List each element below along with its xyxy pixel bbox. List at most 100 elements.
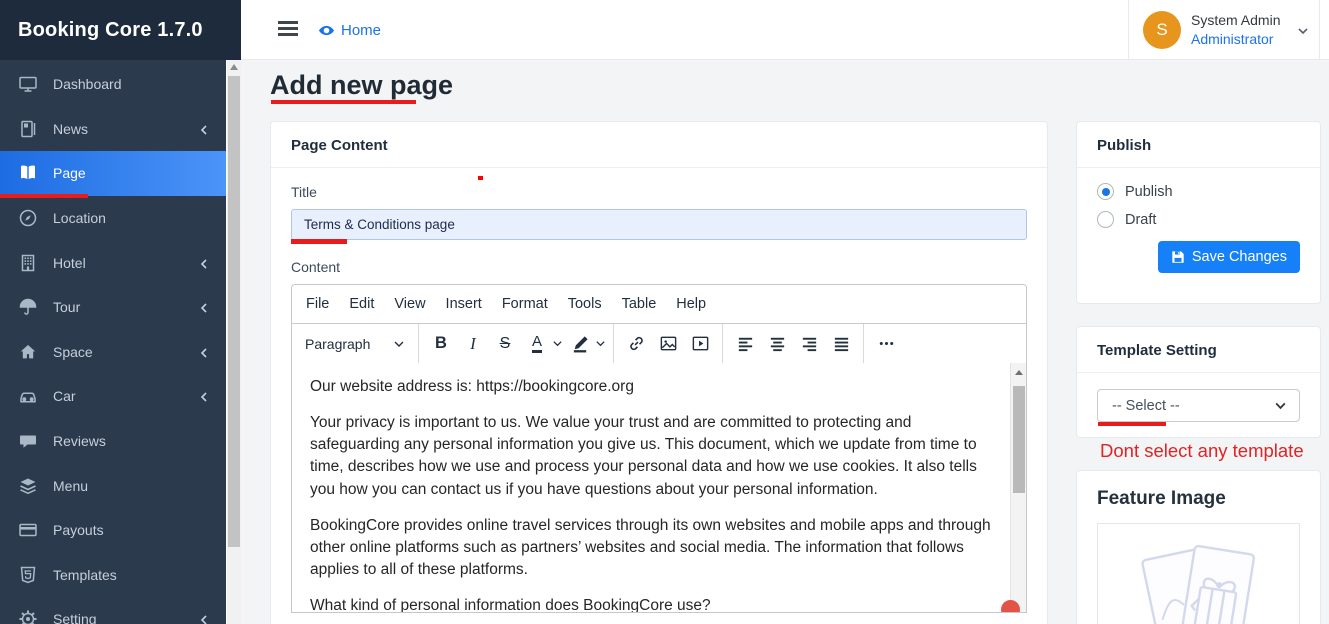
chevron-left-icon <box>198 257 210 269</box>
user-role-link[interactable]: Administrator <box>1191 30 1280 49</box>
red-annotation-underline <box>271 100 416 104</box>
radio-label: Draft <box>1125 212 1156 228</box>
editor-paragraph: Your privacy is important to us. We valu… <box>310 412 992 501</box>
editor-paragraph: BookingCore provides online travel servi… <box>310 515 992 581</box>
draft-radio-option[interactable]: Draft <box>1097 211 1300 228</box>
sidebar-item-reviews[interactable]: Reviews <box>0 419 226 464</box>
menu-help[interactable]: Help <box>666 285 716 323</box>
title-input[interactable] <box>291 209 1027 240</box>
red-annotation-underline <box>1098 422 1166 426</box>
sidebar-scrollbar[interactable] <box>226 60 241 624</box>
avatar: S <box>1143 11 1181 49</box>
red-annotation-dot <box>478 176 483 180</box>
sidebar-item-car[interactable]: Car <box>0 374 226 419</box>
save-icon <box>1171 250 1185 264</box>
menu-tools[interactable]: Tools <box>558 285 612 323</box>
sidebar-item-payouts[interactable]: Payouts <box>0 508 226 553</box>
menu-insert[interactable]: Insert <box>436 285 492 323</box>
comment-icon <box>18 431 38 451</box>
menu-view[interactable]: View <box>384 285 435 323</box>
scrollbar-thumb[interactable] <box>228 76 240 547</box>
compass-icon <box>18 208 38 228</box>
user-menu[interactable]: S System Admin Administrator <box>1128 0 1320 60</box>
home-link-label: Home <box>341 22 381 39</box>
sidebar-item-page[interactable]: Page <box>0 151 226 196</box>
chevron-left-icon <box>198 123 210 135</box>
app-logo: Booking Core 1.7.0 <box>0 0 241 60</box>
sidebar-item-templates[interactable]: Templates <box>0 553 226 598</box>
sidebar-item-space[interactable]: Space <box>0 330 226 375</box>
insert-media-button[interactable] <box>685 329 715 359</box>
chevron-down-icon[interactable] <box>595 338 606 349</box>
sidebar-item-hotel[interactable]: Hotel <box>0 240 226 285</box>
rich-text-editor: File Edit View Insert Format Tools Table… <box>291 284 1027 613</box>
chevron-left-icon <box>198 613 210 624</box>
page-title: Add new page <box>270 70 453 101</box>
menu-format[interactable]: Format <box>492 285 558 323</box>
sidebar-item-menu[interactable]: Menu <box>0 463 226 508</box>
radio-selected-icon[interactable] <box>1097 183 1114 200</box>
red-annotation-underline <box>291 239 347 244</box>
sidebar-item-label: Page <box>53 165 86 181</box>
chevron-down-icon[interactable] <box>552 338 563 349</box>
scroll-up-arrow-icon[interactable] <box>230 64 238 70</box>
bold-button[interactable]: B <box>426 329 456 359</box>
format-select-value: Paragraph <box>305 336 370 352</box>
align-justify-button[interactable] <box>826 329 856 359</box>
sidebar-item-dashboard[interactable]: Dashboard <box>0 62 226 107</box>
menu-edit[interactable]: Edit <box>339 285 384 323</box>
title-label: Title <box>291 184 1027 200</box>
red-annotation-text: Dont select any template <box>1100 440 1329 462</box>
editor-content-area[interactable]: Our website address is: https://bookingc… <box>292 363 1026 612</box>
save-button-label: Save Changes <box>1192 249 1287 265</box>
home-link[interactable]: Home <box>318 22 381 39</box>
align-center-button[interactable] <box>762 329 792 359</box>
eye-icon <box>318 22 335 39</box>
editor-scrollbar[interactable] <box>1010 363 1026 612</box>
publish-radio-option[interactable]: Publish <box>1097 183 1300 200</box>
link-button[interactable] <box>621 329 651 359</box>
building-icon <box>18 253 38 273</box>
card-header: Page Content <box>271 122 1047 168</box>
card-header: Template Setting <box>1077 327 1320 373</box>
sidebar-item-label: Reviews <box>53 433 106 449</box>
card-header: Publish <box>1077 122 1320 168</box>
hamburger-menu-icon[interactable] <box>278 21 298 37</box>
text-color-button[interactable]: A <box>522 329 552 359</box>
more-toolbar-button[interactable] <box>871 329 901 359</box>
sidebar-item-news[interactable]: News <box>0 107 226 152</box>
radio-label: Publish <box>1125 184 1173 200</box>
template-select[interactable]: -- Select -- <box>1097 389 1300 422</box>
scrollbar-thumb[interactable] <box>1013 386 1025 493</box>
save-changes-button[interactable]: Save Changes <box>1158 241 1300 273</box>
editor-menubar: File Edit View Insert Format Tools Table… <box>292 285 1026 323</box>
radio-unselected-icon[interactable] <box>1097 211 1114 228</box>
insert-image-button[interactable] <box>653 329 683 359</box>
topbar: Home S System Admin Administrator <box>241 0 1329 60</box>
sidebar-item-label: Car <box>53 388 76 404</box>
image-placeholder-icon <box>1124 536 1274 624</box>
scroll-up-arrow-icon[interactable] <box>1015 370 1023 375</box>
sidebar-item-label: News <box>53 121 88 137</box>
strikethrough-button[interactable]: S <box>490 329 520 359</box>
format-select[interactable]: Paragraph <box>299 336 411 352</box>
chevron-left-icon <box>198 390 210 402</box>
feature-image-placeholder[interactable] <box>1097 523 1300 624</box>
sidebar-item-setting[interactable]: Setting <box>0 597 226 624</box>
editor-toolbar: Paragraph B I S A <box>292 323 1026 363</box>
red-annotation-dot <box>1001 600 1020 612</box>
sidebar-item-label: Menu <box>53 478 88 494</box>
sidebar-item-label: Dashboard <box>53 76 122 92</box>
highlight-color-button[interactable] <box>565 329 595 359</box>
template-select-value: -- Select -- <box>1112 398 1180 414</box>
align-left-button[interactable] <box>730 329 760 359</box>
chevron-down-icon <box>1297 24 1309 36</box>
menu-file[interactable]: File <box>296 285 339 323</box>
sidebar-item-label: Space <box>53 344 93 360</box>
sidebar-item-tour[interactable]: Tour <box>0 285 226 330</box>
align-right-button[interactable] <box>794 329 824 359</box>
sidebar-item-location[interactable]: Location <box>0 196 226 241</box>
menu-table[interactable]: Table <box>612 285 667 323</box>
chevron-left-icon <box>198 301 210 313</box>
italic-button[interactable]: I <box>458 329 488 359</box>
